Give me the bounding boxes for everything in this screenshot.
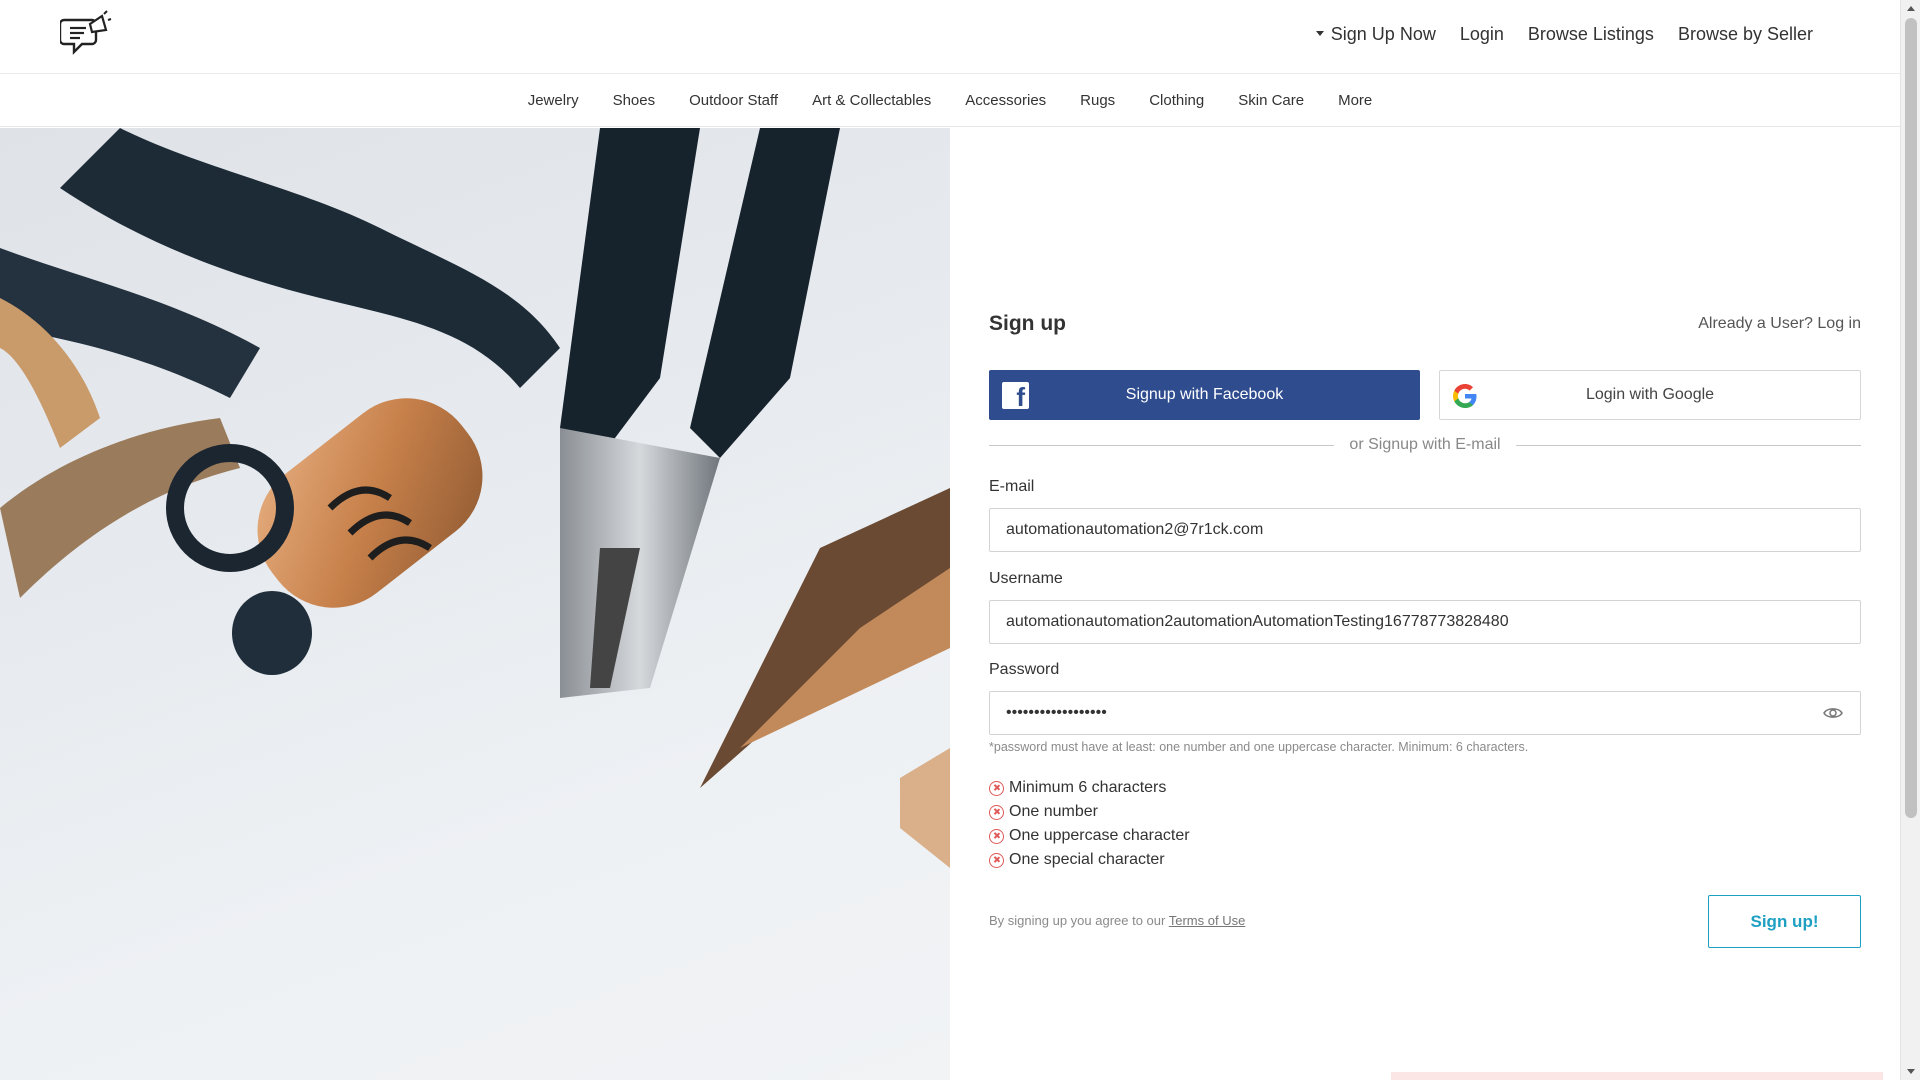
google-icon (1453, 384, 1477, 408)
signup-now-link[interactable]: Sign Up Now (1315, 24, 1436, 45)
username-label: Username (989, 570, 1063, 587)
terms-of-use-link[interactable]: Terms of Use (1169, 913, 1246, 928)
facebook-icon: f (1002, 382, 1029, 410)
category-more[interactable]: More (1338, 92, 1372, 109)
divider-text: or Signup with E-mail (1349, 436, 1501, 453)
eye-icon[interactable] (1823, 706, 1843, 720)
rule-uppercase: One uppercase character (989, 824, 1190, 848)
notification-edge (1391, 1072, 1883, 1080)
category-skin-care[interactable]: Skin Care (1238, 92, 1304, 109)
logo-icon[interactable] (60, 10, 112, 62)
x-circle-icon (989, 852, 1004, 868)
rule-number: One number (989, 800, 1190, 824)
x-circle-icon (989, 804, 1004, 820)
password-label: Password (989, 661, 1060, 678)
password-field[interactable] (989, 691, 1861, 735)
email-label: E-mail (989, 478, 1035, 495)
x-circle-icon (989, 828, 1004, 844)
google-login-button[interactable]: Login with Google (1439, 370, 1861, 420)
category-outdoor-staff[interactable]: Outdoor Staff (689, 92, 778, 109)
username-field[interactable] (989, 600, 1861, 644)
rule-min-length: Minimum 6 characters (989, 776, 1190, 800)
password-rules: Minimum 6 characters One number One uppe… (989, 776, 1190, 872)
facebook-signup-button[interactable]: f Signup with Facebook (989, 370, 1420, 420)
page-title: Sign up (989, 312, 1066, 335)
category-accessories[interactable]: Accessories (965, 92, 1046, 109)
email-field[interactable] (989, 508, 1861, 552)
hero-image (0, 128, 950, 1080)
scroll-down-arrow-icon[interactable] (1907, 1069, 1915, 1074)
form-header: Sign up Already a User? Log in (989, 312, 1861, 336)
page-scrollbar[interactable] (1900, 0, 1920, 1080)
social-buttons: f Signup with Facebook Login with Google (989, 370, 1861, 420)
login-link[interactable]: Already a User? Log in (1698, 315, 1861, 333)
signup-panel: Sign up Already a User? Log in f Signup … (951, 128, 1900, 1080)
x-circle-icon (989, 780, 1004, 796)
divider: or Signup with E-mail (989, 436, 1862, 454)
category-art-collectables[interactable]: Art & Collectables (812, 92, 931, 109)
scroll-up-arrow-icon[interactable] (1907, 6, 1915, 11)
terms-notice: By signing up you agree to our Terms of … (989, 913, 1246, 928)
signup-submit-button[interactable]: Sign up! (1708, 895, 1861, 948)
category-nav: Jewelry Shoes Outdoor Staff Art & Collec… (0, 74, 1900, 127)
login-link[interactable]: Login (1460, 24, 1504, 45)
password-hint: *password must have at least: one number… (989, 740, 1529, 754)
browse-listings-link[interactable]: Browse Listings (1528, 24, 1654, 45)
tools-illustration (0, 128, 950, 868)
category-clothing[interactable]: Clothing (1149, 92, 1204, 109)
category-rugs[interactable]: Rugs (1080, 92, 1115, 109)
browse-by-seller-link[interactable]: Browse by Seller (1678, 24, 1813, 45)
rule-special: One special character (989, 848, 1190, 872)
scrollbar-thumb[interactable] (1905, 18, 1917, 818)
caret-down-icon (1315, 30, 1324, 36)
site-header: Sign Up Now Login Browse Listings Browse… (0, 0, 1900, 74)
category-shoes[interactable]: Shoes (613, 92, 656, 109)
category-jewelry[interactable]: Jewelry (528, 92, 579, 109)
top-nav: Sign Up Now Login Browse Listings Browse… (1315, 24, 1813, 45)
